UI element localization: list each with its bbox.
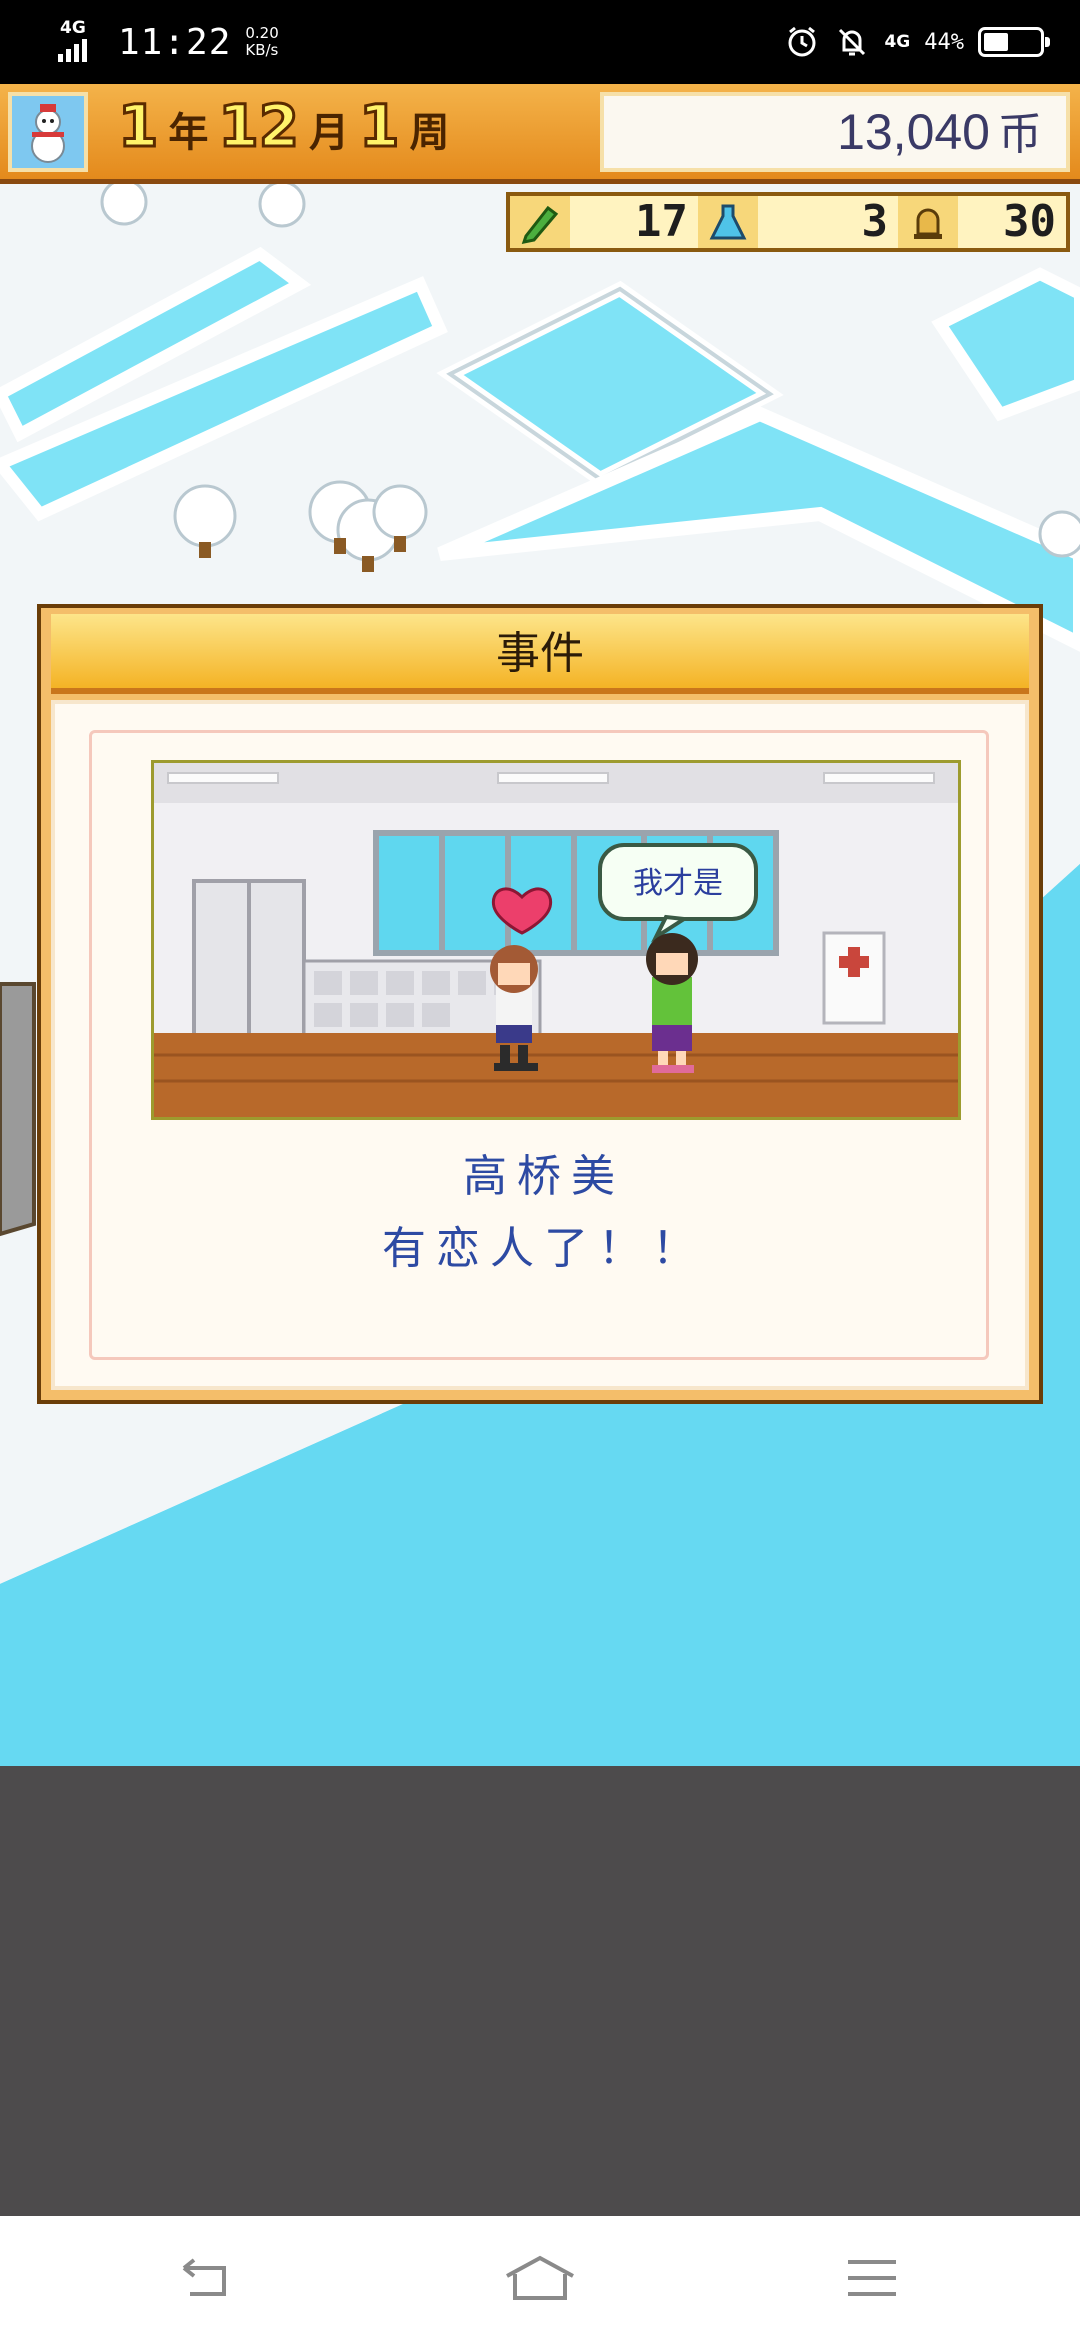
battery-icon	[978, 27, 1050, 57]
menu-button[interactable]	[832, 2246, 912, 2310]
alarm-icon	[788, 26, 816, 57]
game-date: 1 年 12 月 1 周	[116, 91, 450, 162]
bell-icon	[898, 196, 958, 248]
money-amount: 13,040	[837, 104, 990, 160]
mute-icon	[839, 28, 866, 56]
dialog-title: 事件	[51, 614, 1029, 694]
dialog-body: 我才是 高桥美 有恋人了！！	[51, 700, 1029, 1390]
home-icon	[506, 2255, 574, 2300]
money-display: 13,040 币	[600, 92, 1070, 172]
empty-area	[0, 1766, 1080, 2216]
home-button[interactable]	[500, 2246, 580, 2310]
stat-popularity: 30	[958, 196, 1066, 248]
resource-stats: 17 3 30	[506, 192, 1070, 252]
currency-label: 币	[998, 110, 1042, 159]
network-type: 4G	[884, 32, 911, 52]
status-time: 11:22	[118, 21, 232, 63]
back-icon	[182, 2258, 226, 2296]
status-bar: 4G 11:22 0.20 KB/s 4G 44%	[0, 0, 1080, 84]
game-view[interactable]: 1 年 12 月 1 周 13,040 币 17 3 30 事件 我才是 高桥美…	[0, 84, 1080, 1766]
battery-fill	[984, 33, 1008, 51]
back-button[interactable]	[168, 2246, 248, 2310]
system-navigation-bar	[0, 2216, 1080, 2340]
signal-icon: 4G	[58, 18, 102, 62]
event-message-line-2: 有恋人了！！	[382, 1223, 706, 1274]
event-scene-image: 我才是	[151, 760, 961, 1120]
event-message-line-1: 高桥美	[463, 1151, 625, 1202]
network-speed: 0.20 KB/s	[245, 24, 279, 59]
battery-percent: 44%	[924, 29, 964, 55]
stat-research-points: 17	[570, 196, 698, 248]
flask-icon	[698, 196, 758, 248]
menu-icon	[848, 2260, 896, 2296]
top-hud: 1 年 12 月 1 周 13,040 币	[0, 84, 1080, 184]
stat-research-items: 3	[758, 196, 898, 248]
snowman-icon[interactable]	[8, 92, 88, 172]
speech-bubble-text: 我才是	[633, 866, 723, 901]
pencil-icon	[510, 196, 570, 248]
event-dialog[interactable]: 事件 我才是 高桥美 有恋人了！！	[37, 604, 1043, 1404]
